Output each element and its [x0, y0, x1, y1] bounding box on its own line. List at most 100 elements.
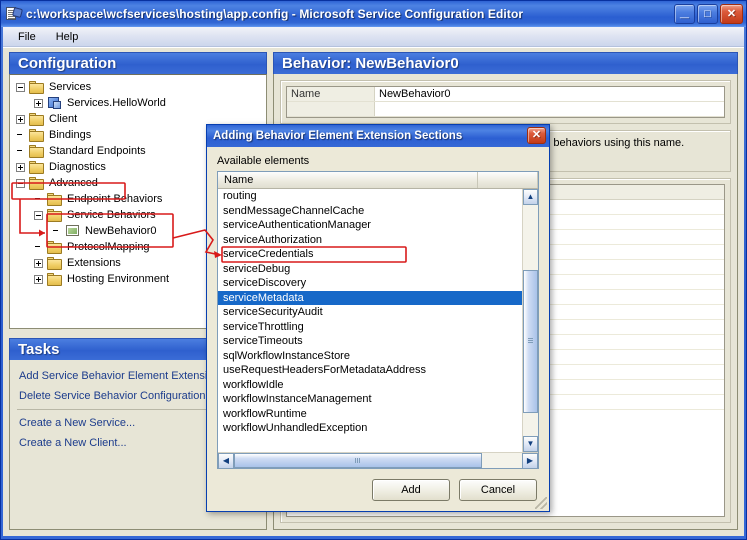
- chevron-left-icon: ◀: [222, 456, 230, 465]
- dialog-body: Available elements Name routing sendMessa…: [207, 147, 549, 511]
- expand-icon[interactable]: [16, 162, 25, 172]
- chevron-up-icon: ▲: [526, 192, 535, 201]
- menu-item-help[interactable]: Help: [47, 29, 88, 45]
- folder-icon: [47, 272, 63, 286]
- tree-node-label: Service Behaviors: [67, 209, 156, 221]
- available-elements-listview[interactable]: Name routing sendMessageChannelCache servi…: [217, 171, 539, 469]
- list-item[interactable]: serviceSecurityAudit: [218, 305, 538, 320]
- tree-node-label: Bindings: [49, 129, 92, 141]
- folder-icon: [47, 208, 63, 222]
- horizontal-scroll-thumb[interactable]: [234, 453, 482, 468]
- vertical-scroll-track[interactable]: [523, 205, 538, 436]
- behavior-property-grid[interactable]: Name NewBehavior0: [286, 86, 725, 118]
- scroll-down-button[interactable]: ▼: [523, 436, 538, 452]
- tree-spacer: [52, 227, 61, 236]
- list-item[interactable]: serviceAuthenticationManager: [218, 218, 538, 233]
- listview-horizontal-scrollbar[interactable]: ◀ ▶: [218, 452, 538, 468]
- service-icon: [47, 96, 63, 110]
- list-item[interactable]: sqlWorkflowInstanceStore: [218, 349, 538, 364]
- collapse-icon[interactable]: [16, 178, 25, 188]
- expand-icon[interactable]: [16, 114, 25, 124]
- expand-icon[interactable]: [34, 258, 43, 268]
- tree-node-services[interactable]: Services: [12, 79, 264, 95]
- tree-node-label: Services.HelloWorld: [67, 97, 166, 109]
- property-value-empty[interactable]: [375, 102, 724, 116]
- dialog-title: Adding Behavior Element Extension Sectio…: [213, 130, 463, 142]
- tree-node-services-helloworld[interactable]: Services.HelloWorld: [12, 95, 264, 111]
- close-button[interactable]: ✕: [720, 4, 743, 24]
- folder-icon: [29, 176, 45, 190]
- list-item-selected[interactable]: serviceMetadata: [218, 290, 538, 305]
- list-item[interactable]: sendMessageChannelCache: [218, 204, 538, 219]
- cancel-button[interactable]: Cancel: [459, 479, 537, 501]
- collapse-icon[interactable]: [34, 210, 43, 220]
- collapse-icon[interactable]: [16, 82, 25, 92]
- tree-spacer: [34, 243, 43, 252]
- menu-item-file[interactable]: File: [9, 29, 45, 45]
- tree-node-label: ProtocolMapping: [67, 241, 150, 253]
- window-titlebar: c:\workspace\wcfservices\hosting\app.con…: [1, 1, 746, 27]
- list-item[interactable]: serviceThrottling: [218, 320, 538, 335]
- listview-rows[interactable]: routing sendMessageChannelCache serviceAut…: [218, 189, 538, 452]
- tree-node-label: Endpoint Behaviors: [67, 193, 163, 205]
- folder-icon: [47, 192, 63, 206]
- expand-icon[interactable]: [34, 98, 43, 108]
- horizontal-scroll-track[interactable]: [234, 453, 522, 468]
- tree-node-label: Advanced: [49, 177, 98, 189]
- property-row-name[interactable]: Name NewBehavior0: [287, 87, 724, 102]
- listview-header: Name: [218, 172, 538, 189]
- tree-spacer: [34, 195, 43, 204]
- tree-spacer: [16, 131, 25, 140]
- app-config-icon: [5, 6, 24, 23]
- property-row-empty[interactable]: [287, 102, 724, 117]
- expand-icon[interactable]: [34, 274, 43, 284]
- list-item[interactable]: serviceCredentials: [218, 247, 538, 262]
- vertical-scroll-thumb[interactable]: [523, 269, 538, 413]
- tree-node-label: Client: [49, 113, 78, 125]
- dialog-close-icon[interactable]: ✕: [527, 127, 546, 144]
- scroll-up-button[interactable]: ▲: [523, 189, 538, 205]
- list-item[interactable]: workflowIdle: [218, 378, 538, 393]
- listview-rows-area[interactable]: routing sendMessageChannelCache serviceAut…: [218, 189, 538, 452]
- tree-node-label: NewBehavior0: [85, 225, 157, 237]
- tree-node-label: Diagnostics: [49, 161, 106, 173]
- client-area: Configuration Services Services.HelloWorl…: [3, 47, 744, 536]
- list-item[interactable]: serviceTimeouts: [218, 334, 538, 349]
- dialog-resize-grip[interactable]: [535, 497, 547, 509]
- tree-node-label: Extensions: [67, 257, 121, 269]
- list-item[interactable]: serviceAuthorization: [218, 233, 538, 248]
- window-title: c:\workspace\wcfservices\hosting\app.con…: [26, 7, 524, 21]
- property-key: Name: [287, 87, 375, 101]
- folder-icon: [29, 160, 45, 174]
- minimize-button[interactable]: _: [674, 4, 695, 24]
- scroll-left-button[interactable]: ◀: [218, 453, 234, 468]
- dialog-button-bar: Add Cancel: [217, 469, 539, 503]
- listview-vertical-scrollbar[interactable]: ▲ ▼: [522, 189, 538, 452]
- list-item[interactable]: serviceDebug: [218, 262, 538, 277]
- tree-spacer: [16, 147, 25, 156]
- property-key-empty: [287, 102, 375, 116]
- folder-icon: [47, 240, 63, 254]
- property-value[interactable]: NewBehavior0: [375, 87, 724, 101]
- list-item[interactable]: workflowUnhandledException: [218, 421, 538, 436]
- maximize-button[interactable]: □: [697, 4, 718, 24]
- add-button[interactable]: Add: [372, 479, 450, 501]
- list-item[interactable]: workflowInstanceManagement: [218, 392, 538, 407]
- tree-node-label: Services: [49, 81, 92, 93]
- scroll-right-button[interactable]: ▶: [522, 453, 538, 468]
- column-header-name[interactable]: Name: [218, 172, 478, 188]
- column-header-filler: [478, 172, 538, 188]
- list-item[interactable]: useRequestHeadersForMetadataAddress: [218, 363, 538, 378]
- list-item[interactable]: serviceDiscovery: [218, 276, 538, 291]
- behavior-panel-title: Behavior: NewBehavior0: [273, 52, 738, 74]
- folder-icon: [29, 80, 45, 94]
- list-item[interactable]: routing: [218, 189, 538, 204]
- tree-node-label: Hosting Environment: [67, 273, 170, 285]
- chevron-right-icon: ▶: [526, 456, 534, 465]
- maximize-icon: □: [704, 8, 711, 20]
- list-item[interactable]: workflowRuntime: [218, 407, 538, 422]
